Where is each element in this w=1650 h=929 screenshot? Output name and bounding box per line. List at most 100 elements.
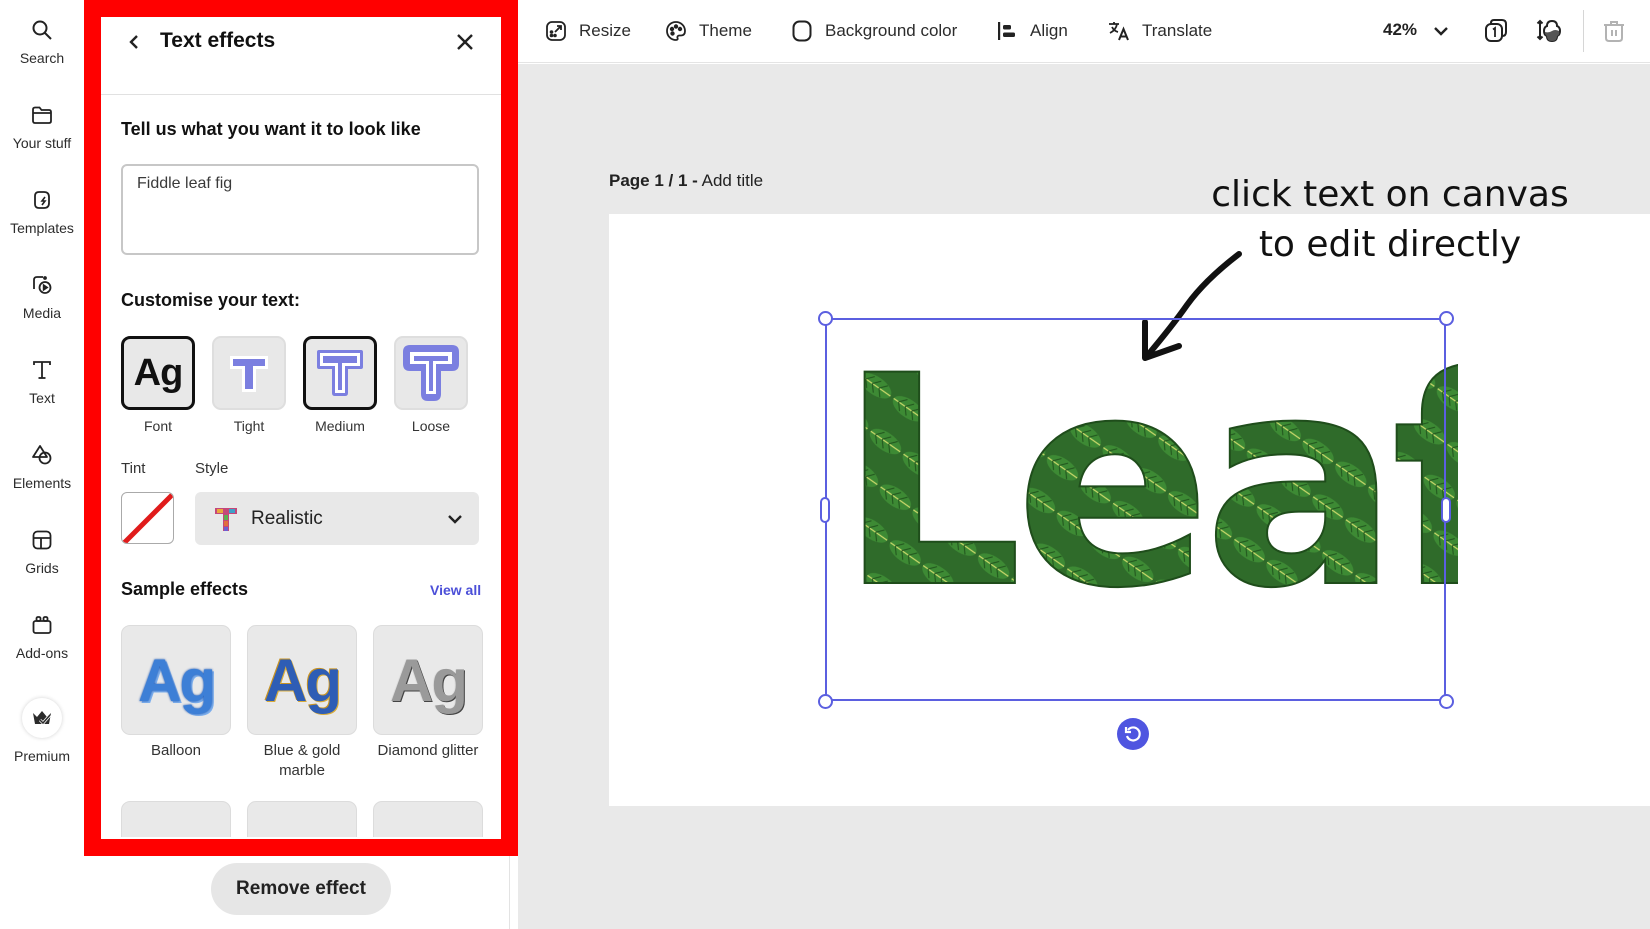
customise-heading: Customise your text: (121, 290, 301, 310)
effect-card-gold-balloon[interactable]: Ag (373, 801, 483, 837)
toolbar-align[interactable]: Align (995, 17, 1068, 45)
layers-icon[interactable] (1535, 17, 1563, 45)
delete-trash-icon[interactable] (1600, 17, 1628, 45)
rail-item-label: Templates (10, 220, 74, 236)
medium-t-icon (317, 350, 363, 396)
font-glyph: Ag (133, 351, 184, 394)
rail-item-label: Media (22, 305, 62, 321)
toolbar-translate[interactable]: Translate (1107, 17, 1212, 45)
view-all-link[interactable]: View all (430, 582, 481, 598)
align-icon (998, 22, 1015, 40)
rail-item-your-stuff[interactable]: Your stuff (0, 103, 84, 151)
search-icon (32, 20, 52, 40)
rail-item-label: Text (29, 390, 55, 406)
toolbar-label: Translate (1142, 21, 1213, 40)
toolbar-background-color[interactable]: Background color (790, 17, 957, 45)
rail-item-text[interactable]: Text (0, 358, 84, 406)
add-title-field[interactable]: Add title (702, 171, 763, 190)
toolbar-label: Align (1030, 21, 1068, 40)
shape-option-medium[interactable] (303, 336, 377, 410)
resize-handle-left[interactable] (820, 497, 830, 523)
media-icon (33, 276, 52, 294)
diamond-glitter-preview: Ag (390, 646, 468, 714)
effect-card-confetti[interactable]: Ag (247, 801, 357, 837)
toolbar-theme[interactable]: Theme (664, 17, 752, 45)
shape-option-label: Tight (233, 418, 265, 434)
resize-handle-bottom-right[interactable] (1439, 694, 1454, 709)
toolbar-resize[interactable]: Resize (544, 17, 631, 45)
back-chevron-icon[interactable] (124, 31, 144, 53)
rail-item-premium[interactable]: Premium (0, 698, 84, 764)
pages-icon[interactable] (1482, 17, 1510, 45)
rail-item-add-ons[interactable]: Add-ons (0, 613, 84, 661)
toolbar-divider (1583, 10, 1584, 52)
remove-effect-button[interactable]: Remove effect (211, 863, 391, 915)
annotation-line-2: to edit directly (1258, 224, 1522, 265)
toolbar-label: Resize (579, 21, 631, 40)
resize-handle-bottom-left[interactable] (818, 694, 833, 709)
rail-item-label: Elements (12, 475, 72, 491)
toolbar-label: Background color (825, 21, 958, 40)
tight-t-icon (230, 356, 268, 392)
addons-icon (32, 616, 52, 634)
effect-card-blue-gold-marble[interactable]: Ag (247, 625, 357, 735)
rail-item-grids[interactable]: Grids (0, 528, 84, 576)
rail-item-search[interactable]: Search (0, 18, 84, 66)
style-dropdown-value: Realistic (251, 507, 323, 529)
background-color-icon (792, 20, 812, 42)
rail-item-elements[interactable]: Elements (0, 443, 84, 491)
style-dropdown[interactable]: Realistic (195, 492, 479, 545)
chevron-down-icon (448, 514, 462, 524)
close-icon[interactable] (454, 31, 476, 53)
shape-option-tight[interactable] (212, 336, 286, 410)
rail-item-label: Grids (25, 560, 59, 576)
resize-handle-top-left[interactable] (818, 311, 833, 326)
balloon-preview: Ag (138, 646, 216, 714)
resize-handle-top-right[interactable] (1439, 311, 1454, 326)
shape-option-font[interactable]: Ag (121, 336, 195, 410)
text-icon (33, 361, 51, 379)
annotation-line-1: click text on canvas (1211, 174, 1569, 215)
rail-item-label: Add-ons (15, 645, 69, 661)
effect-label: Balloon (150, 742, 202, 759)
style-label: Style (195, 460, 229, 477)
blue-gold-marble-preview: Ag (264, 646, 342, 714)
premium-crown-icon (33, 711, 52, 726)
effect-card-diamond-glitter[interactable]: Ag (373, 625, 483, 735)
tint-swatch-none[interactable] (121, 492, 174, 544)
loose-t-icon (403, 345, 459, 401)
premium-badge (22, 698, 62, 738)
rail-item-label: Your stuff (12, 135, 72, 151)
palette-icon (666, 21, 686, 41)
page-number: Page 1 / 1 - (609, 171, 698, 190)
elements-icon (32, 445, 52, 465)
no-color-slash-icon (122, 493, 173, 543)
templates-icon (34, 191, 50, 209)
page-label: Page 1 / 1 - Add title (609, 171, 763, 191)
effect-label: Blue & gold marble (263, 742, 341, 779)
resize-handle-right[interactable] (1441, 497, 1451, 523)
zoom-chevron-down-icon[interactable] (1431, 21, 1451, 41)
prompt-input[interactable]: Fiddle leaf fig (121, 164, 479, 255)
rail-item-media[interactable]: Media (0, 273, 84, 321)
grids-icon (32, 530, 52, 550)
folder-icon (32, 106, 52, 124)
toolbar-label: Theme (699, 21, 752, 40)
shape-option-label: Font (143, 418, 172, 434)
rotate-icon (1124, 726, 1141, 742)
rail-item-templates[interactable]: Templates (0, 188, 84, 236)
zoom-level[interactable]: 42% (1383, 20, 1417, 40)
tint-label: Tint (121, 460, 146, 477)
shape-option-label: Medium (315, 418, 365, 434)
shape-option-label: Loose (411, 418, 451, 434)
effect-label: Diamond glitter (377, 742, 479, 759)
effect-card-silver[interactable]: Ag (121, 801, 231, 837)
sample-effects-heading: Sample effects (121, 579, 249, 599)
rail-item-label: Premium (13, 748, 70, 764)
shape-option-loose[interactable] (394, 336, 468, 410)
left-rail: Search Your stuff Templates Media Text E… (0, 0, 84, 929)
rotate-handle[interactable] (1117, 718, 1149, 750)
realistic-style-icon (215, 507, 237, 531)
panel-title: Text effects (160, 29, 276, 52)
effect-card-balloon[interactable]: Ag (121, 625, 231, 735)
